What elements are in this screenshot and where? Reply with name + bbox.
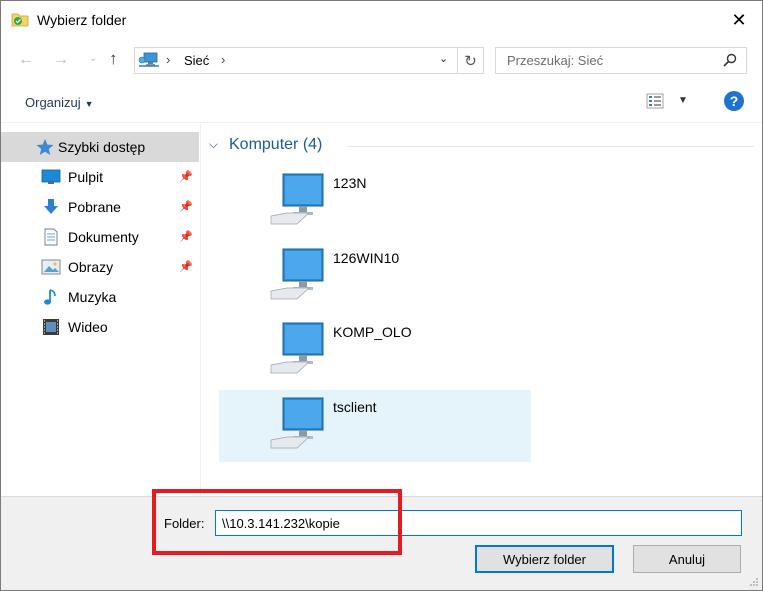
computer-icon — [270, 248, 324, 300]
list-item-computer[interactable]: 126WIN10 — [219, 241, 531, 313]
refresh-button[interactable]: ↻ — [457, 48, 483, 73]
music-icon — [44, 289, 56, 305]
back-button[interactable]: ← — [18, 51, 34, 69]
group-header-computers[interactable]: ⌵ Komputer (4) — [209, 134, 754, 158]
sidebar-item-label: Wideo — [68, 319, 108, 335]
breadcrumb-separator[interactable]: › — [166, 52, 170, 67]
folder-picker-dialog: Wybierz folder ✕ ← → ⌄ ↑ › Sieć › ⌄ ↻ Pr… — [0, 0, 763, 591]
help-icon: ? — [729, 93, 739, 109]
group-label: Komputer (4) — [229, 136, 323, 153]
cancel-button[interactable]: Anuluj — [633, 545, 741, 573]
download-icon — [44, 199, 58, 214]
sidebar-item-downloads[interactable]: Pobrane 📌 — [1, 192, 199, 222]
computer-name: KOMP_OLO — [333, 324, 412, 340]
sidebar-item-label: Pobrane — [68, 199, 121, 215]
pictures-icon — [41, 259, 61, 275]
sidebar-item-documents[interactable]: Dokumenty 📌 — [1, 222, 199, 252]
list-item-computer[interactable]: 123N — [219, 166, 531, 238]
sidebar-item-label: Muzyka — [68, 289, 117, 305]
up-button[interactable]: ↑ — [109, 49, 118, 69]
computer-icon — [270, 173, 324, 225]
command-toolbar: Organizuj ▼ ▼ ? — [1, 81, 762, 123]
document-icon — [44, 228, 58, 246]
navigation-pane: Szybki dostęp Pulpit 📌 Pobrane 📌 Dokumen… — [1, 124, 201, 496]
list-item-computer[interactable]: KOMP_OLO — [219, 315, 531, 387]
folder-label: Folder: — [164, 516, 205, 531]
forward-button[interactable]: → — [53, 51, 69, 69]
computer-name: 126WIN10 — [333, 250, 400, 266]
recent-locations-button[interactable]: ⌄ — [89, 53, 97, 64]
computer-icon — [270, 322, 324, 374]
resize-grip-icon[interactable] — [749, 577, 759, 587]
pin-icon[interactable]: 📌 — [179, 170, 193, 183]
star-icon — [36, 139, 54, 155]
video-icon — [43, 319, 59, 335]
sidebar-item-music[interactable]: Muzyka — [1, 282, 199, 312]
pin-icon[interactable]: 📌 — [179, 200, 193, 213]
sidebar-item-quick-access[interactable]: Szybki dostęp — [1, 132, 199, 162]
navigation-bar: ← → ⌄ ↑ › Sieć › ⌄ ↻ Przeszukaj: Sieć — [1, 39, 762, 81]
search-icon — [723, 53, 737, 67]
computer-icon — [270, 397, 324, 449]
organize-menu-button[interactable]: Organizuj ▼ — [25, 95, 94, 110]
chevron-down-icon: ▼ — [84, 99, 94, 109]
dialog-title: Wybierz folder — [37, 12, 127, 28]
pin-icon[interactable]: 📌 — [179, 230, 193, 243]
pin-icon[interactable]: 📌 — [179, 260, 193, 273]
close-button[interactable]: ✕ — [716, 1, 762, 39]
chevron-down-icon[interactable]: ⌵ — [209, 137, 218, 152]
address-bar[interactable]: › Sieć › ⌄ ↻ — [134, 47, 484, 74]
network-icon — [138, 52, 159, 67]
computer-name: tsclient — [333, 399, 377, 415]
view-options-dropdown[interactable]: ▼ — [678, 95, 688, 106]
folder-path-input[interactable] — [215, 510, 742, 536]
sidebar-item-label: Szybki dostęp — [58, 139, 146, 155]
sidebar-item-label: Pulpit — [68, 169, 104, 185]
select-folder-button[interactable]: Wybierz folder — [475, 545, 614, 573]
desktop-icon — [41, 169, 61, 184]
computer-name: 123N — [333, 175, 367, 191]
address-history-dropdown[interactable]: ⌄ — [439, 52, 448, 65]
list-item-computer[interactable]: tsclient — [219, 390, 531, 462]
search-box[interactable]: Przeszukaj: Sieć — [495, 47, 747, 74]
title-bar: Wybierz folder ✕ — [1, 1, 762, 39]
help-button[interactable]: ? — [724, 91, 744, 111]
close-icon: ✕ — [731, 9, 747, 30]
sidebar-item-desktop[interactable]: Pulpit 📌 — [1, 162, 199, 192]
breadcrumb-network[interactable]: Sieć — [184, 53, 209, 68]
sidebar-item-pictures[interactable]: Obrazy 📌 — [1, 252, 199, 282]
group-divider — [347, 146, 754, 147]
change-view-icon[interactable] — [646, 93, 664, 109]
refresh-icon: ↻ — [464, 52, 477, 70]
sidebar-item-label: Obrazy — [68, 259, 114, 275]
folder-app-icon — [11, 13, 29, 27]
dialog-footer: Folder: Wybierz folder Anuluj — [1, 489, 762, 590]
sidebar-item-label: Dokumenty — [68, 229, 139, 245]
sidebar-item-videos[interactable]: Wideo — [1, 312, 199, 342]
organize-label: Organizuj — [25, 95, 81, 110]
search-input[interactable]: Przeszukaj: Sieć — [507, 53, 603, 68]
breadcrumb-separator[interactable]: › — [221, 52, 225, 67]
